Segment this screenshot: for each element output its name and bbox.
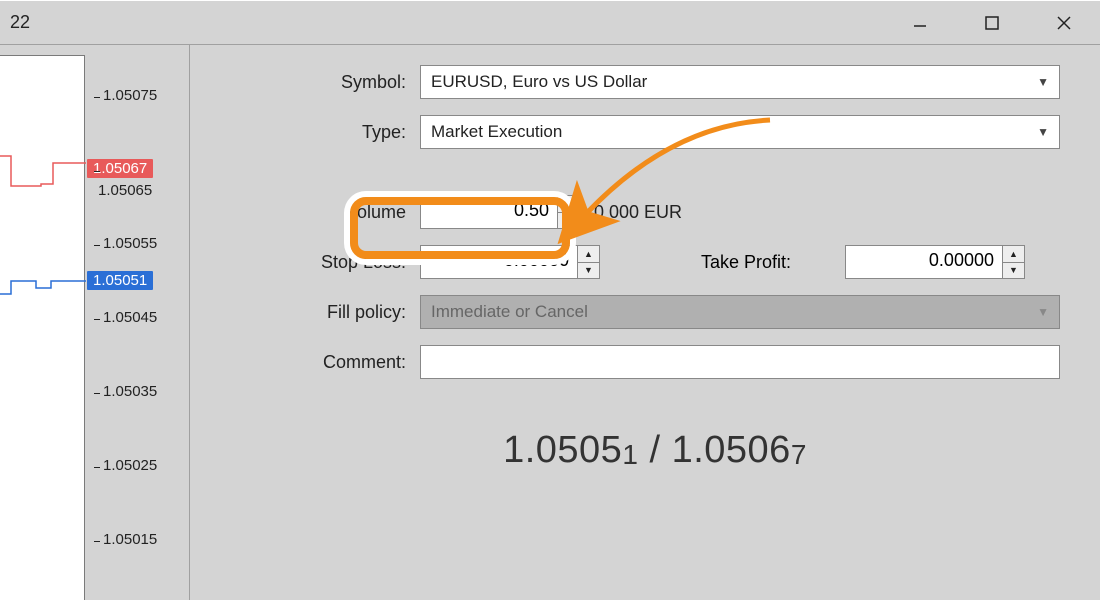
window-title: 22 — [10, 12, 30, 33]
volume-value[interactable]: 0.50 — [421, 196, 557, 228]
titlebar: 22 — [0, 1, 1100, 45]
stoploss-input[interactable]: 0.00000 ▲▼ — [420, 245, 600, 279]
stoploss-label: Stop Loss: — [250, 252, 420, 273]
spinner-down-icon[interactable]: ▼ — [578, 263, 599, 279]
price-quote: 1.05051 / 1.05067 — [250, 429, 1060, 472]
window-controls — [884, 1, 1100, 44]
price-axis: 1.05075 1.05067 1.05065 1.05065 1.05055 … — [85, 55, 190, 600]
type-value: Market Execution — [431, 122, 562, 142]
axis-tick: 1.05025 — [103, 457, 157, 474]
axis-tick: 1.05045 — [103, 309, 157, 326]
axis-tick: 1.05035 — [103, 383, 157, 400]
symbol-label: Symbol: — [250, 72, 420, 93]
type-label: Type: — [250, 122, 420, 143]
chevron-down-icon: ▼ — [1037, 125, 1049, 139]
takeprofit-input[interactable]: 0.00000 ▲▼ — [845, 245, 1025, 279]
minimize-button[interactable] — [884, 1, 956, 45]
fillpolicy-value: Immediate or Cancel — [431, 302, 588, 322]
takeprofit-value[interactable]: 0.00000 — [846, 246, 1002, 278]
volume-label: Volume — [250, 202, 420, 223]
volume-input[interactable]: 0.50 ▲▼ — [420, 195, 580, 229]
bid-price-marker: 1.05051 — [87, 271, 153, 290]
order-form: Symbol: EURUSD, Euro vs US Dollar ▼ Type… — [190, 45, 1100, 600]
type-select[interactable]: Market Execution ▼ — [420, 115, 1060, 149]
spinner-up-icon[interactable]: ▲ — [558, 196, 579, 213]
volume-unit-text: 0 000 EUR — [594, 202, 682, 223]
spinner-up-icon[interactable]: ▲ — [1003, 246, 1024, 263]
order-window: 22 1.05075 1.05067 1.050 — [0, 0, 1100, 600]
symbol-select[interactable]: EURUSD, Euro vs US Dollar ▼ — [420, 65, 1060, 99]
volume-spinner[interactable]: ▲▼ — [557, 196, 579, 228]
takeprofit-label: Take Profit: — [640, 252, 805, 273]
maximize-button[interactable] — [956, 1, 1028, 45]
tick-chart-pane: 1.05075 1.05067 1.05065 1.05065 1.05055 … — [0, 45, 190, 600]
spinner-up-icon[interactable]: ▲ — [578, 246, 599, 263]
stoploss-spinner[interactable]: ▲▼ — [577, 246, 599, 278]
fillpolicy-select: Immediate or Cancel ▼ — [420, 295, 1060, 329]
spinner-down-icon[interactable]: ▼ — [558, 213, 579, 229]
chevron-down-icon: ▼ — [1037, 305, 1049, 319]
axis-tick: 1.05075 — [103, 87, 157, 104]
comment-label: Comment: — [250, 352, 420, 373]
spinner-down-icon[interactable]: ▼ — [1003, 263, 1024, 279]
axis-tick-partial: 1.05065 — [98, 182, 152, 199]
axis-tick: 1.05065 — [103, 161, 157, 178]
axis-tick: 1.05055 — [103, 235, 157, 252]
fillpolicy-label: Fill policy: — [250, 302, 420, 323]
chevron-down-icon: ▼ — [1037, 75, 1049, 89]
axis-tick: 1.05015 — [103, 531, 157, 548]
symbol-value: EURUSD, Euro vs US Dollar — [431, 72, 647, 92]
stoploss-value[interactable]: 0.00000 — [421, 246, 577, 278]
close-button[interactable] — [1028, 1, 1100, 45]
tick-chart — [0, 55, 85, 600]
comment-input[interactable] — [420, 345, 1060, 379]
takeprofit-spinner[interactable]: ▲▼ — [1002, 246, 1024, 278]
